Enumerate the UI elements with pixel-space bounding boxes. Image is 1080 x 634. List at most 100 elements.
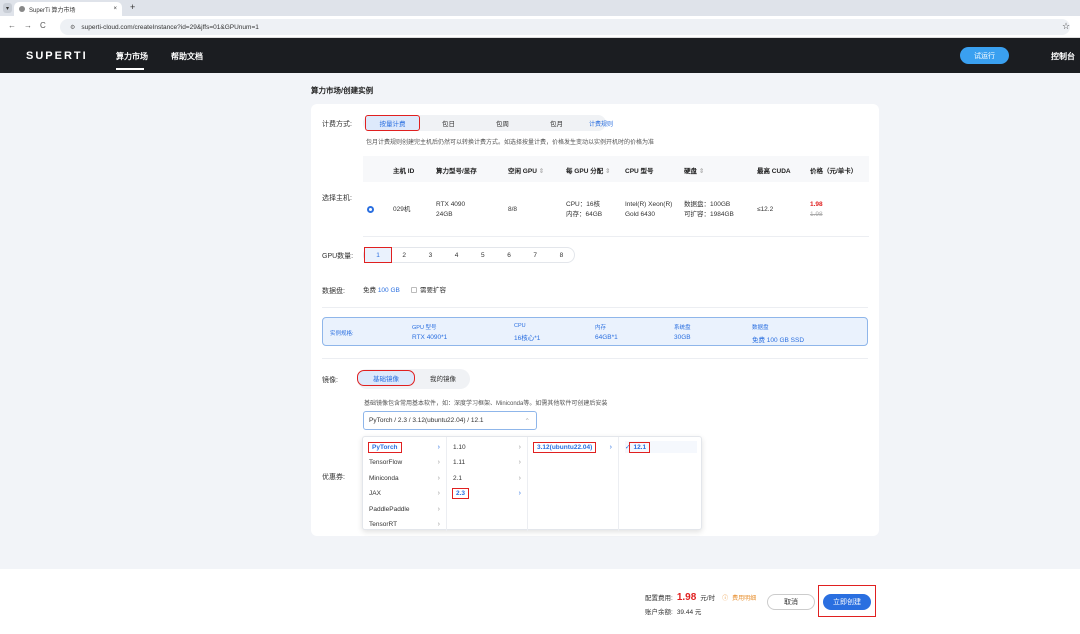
chevron-right-icon: ›: [437, 521, 440, 528]
gpu-count-option-3[interactable]: 3: [417, 248, 443, 262]
data-disk-free: 免费 100 GB: [363, 287, 400, 294]
framework-option[interactable]: TensorFlow ›: [369, 457, 440, 469]
image-hint: 基础镜像包含常用基本软件，如：深度学习框架、Miniconda等。如需其他软件可…: [364, 401, 608, 407]
billing-option-monthly[interactable]: 包月: [530, 116, 583, 130]
gpu-count-option-6[interactable]: 6: [496, 248, 522, 262]
console-link[interactable]: 控制台: [1051, 51, 1075, 62]
framework-option-label: PyTorch: [368, 441, 402, 453]
bookmark-star-icon[interactable]: ☆: [1062, 21, 1070, 32]
billing-hint: 包月计费规则创建完主机后仍然可以转换计费方式。如选择按量计费，价格发生变动以实例…: [366, 140, 655, 146]
framework-option[interactable]: TensorRT ›: [369, 519, 440, 531]
gpu-count-option-4[interactable]: 4: [444, 248, 470, 262]
image-select[interactable]: PyTorch / 2.3 / 3.12(ubuntu22.04) / 12.1…: [363, 411, 537, 430]
spec-system-disk: 系统盘 30GB: [674, 325, 691, 341]
chevron-up-icon: ⌃: [524, 417, 530, 425]
chevron-right-icon: ›: [437, 490, 440, 497]
chevron-right-icon: ›: [518, 474, 521, 482]
col-host-id: 主机 ID: [393, 168, 415, 175]
billing-option-weekly[interactable]: 包周: [476, 116, 529, 130]
version-option-label: 1.10: [453, 443, 466, 451]
app-header: [0, 38, 1080, 73]
gpu-count-option-8[interactable]: 8: [548, 248, 574, 262]
logo[interactable]: SUPERTI: [26, 50, 88, 62]
back-icon[interactable]: ←: [8, 21, 16, 30]
gpu-count-option-5[interactable]: 5: [470, 248, 496, 262]
forward-icon[interactable]: →: [24, 21, 32, 30]
version-option[interactable]: 1.11 ›: [453, 457, 521, 469]
gpu-count-label: GPU数量:: [322, 253, 354, 260]
cuda-option-label: 12.1: [629, 441, 651, 453]
spec-summary-label: 实例规格:: [330, 331, 354, 337]
sort-icon[interactable]: ⇕: [699, 168, 704, 175]
spec-gpu: GPU 型号 RTX 4090*1: [412, 325, 448, 341]
balance-label: 账户余额:: [645, 609, 673, 616]
cancel-button[interactable]: 取消: [767, 594, 815, 610]
python-option[interactable]: 3.12(ubuntu22.04) ›: [532, 441, 612, 453]
framework-option[interactable]: JAX ›: [369, 488, 440, 500]
cuda-option[interactable]: ✓ 12.1: [625, 441, 697, 453]
framework-option[interactable]: PyTorch ›: [368, 441, 440, 453]
version-option[interactable]: 1.10 ›: [453, 441, 521, 453]
address-bar[interactable]: ⚙ superti-cloud.com/createInstance?id=29…: [60, 19, 1070, 35]
try-run-button[interactable]: 试运行: [960, 47, 1009, 64]
framework-option-label: TensorFlow: [369, 459, 403, 466]
tab-close-icon[interactable]: ×: [113, 6, 117, 12]
cascader-col-python: 3.12(ubuntu22.04) ›: [528, 437, 619, 531]
host-radio-selected[interactable]: [367, 206, 374, 213]
framework-option[interactable]: Miniconda ›: [369, 472, 440, 484]
divider: [322, 307, 868, 308]
sort-icon[interactable]: ⇕: [605, 168, 610, 175]
url-text: superti-cloud.com/createInstance?id=29&j…: [81, 23, 259, 31]
billing-rules-link[interactable]: 计费规则: [589, 119, 613, 128]
image-cascader: PyTorch › TensorFlow › Miniconda › JAX › PaddleP…: [362, 436, 702, 531]
billing-option-daily[interactable]: 包日: [422, 116, 475, 130]
host-price: 1.98 1.98: [810, 201, 823, 218]
gpu-count-option-1[interactable]: 1: [364, 247, 392, 263]
version-option-label: 1.11: [453, 459, 466, 466]
gpu-count-option-7[interactable]: 7: [522, 248, 548, 262]
browser-tab[interactable]: SuperTi 算力市场 ×: [14, 2, 122, 16]
col-per-gpu[interactable]: 每 GPU 分配 ⇕: [566, 165, 610, 175]
gpu-count-option-2[interactable]: 2: [391, 248, 417, 262]
sort-icon[interactable]: ⇕: [539, 168, 544, 175]
create-now-button[interactable]: 立即创建: [823, 594, 871, 610]
footer-bar: [0, 569, 1080, 634]
browser-tab-bar: [0, 0, 1080, 16]
data-disk-label: 数据盘:: [322, 288, 345, 295]
image-tab-mine[interactable]: 我的镜像: [416, 371, 470, 385]
nav-help-docs[interactable]: 帮助文档: [171, 51, 203, 62]
version-option[interactable]: 2.1 ›: [453, 472, 521, 484]
col-disk[interactable]: 硬盘 ⇕: [684, 165, 704, 175]
breadcrumb: 算力市场/创建实例: [311, 86, 374, 95]
col-free-gpu[interactable]: 空闲 GPU ⇕: [508, 165, 544, 175]
host-cuda: ≤12.2: [757, 206, 774, 213]
host-alloc: CPU：16核 内存：64GB: [566, 201, 603, 218]
info-icon: ⓘ: [722, 596, 729, 602]
chevron-right-icon: ›: [518, 459, 521, 466]
expand-label[interactable]: 需要扩容: [420, 286, 446, 296]
host-disk: 数据盘：100GB 可扩容：1984GB: [684, 201, 734, 218]
host-cpu-model: Intel(R) Xeon(R) Gold 6430: [625, 201, 673, 218]
billing-option-payg[interactable]: 按量计费: [365, 115, 420, 131]
cost-unit: 元/时: [700, 595, 716, 602]
cost-detail-link[interactable]: 费用明细: [732, 593, 756, 602]
nav-compute-market[interactable]: 算力市场: [116, 51, 148, 62]
tab-list-icon[interactable]: ▾: [3, 3, 12, 13]
framework-option[interactable]: PaddlePaddle ›: [369, 503, 440, 515]
coupon-label: 优惠券:: [322, 474, 345, 481]
expand-checkbox[interactable]: [411, 287, 417, 293]
site-info-icon[interactable]: ⚙: [70, 24, 75, 31]
cost-line: 配置费用: 1.98 元/时 ⓘ 费用明细: [645, 592, 756, 603]
cascader-col-version: 1.10 › 1.11 › 2.1 › 2.3 ›: [447, 437, 528, 531]
host-label: 选择主机:: [322, 195, 352, 202]
chevron-right-icon: ›: [518, 443, 521, 451]
version-option[interactable]: 2.3 ›: [451, 488, 521, 500]
chevron-right-icon: ›: [437, 459, 440, 466]
reload-icon[interactable]: C: [40, 21, 46, 30]
cost-label: 配置费用:: [645, 595, 673, 602]
image-tab-basic[interactable]: 基础镜像: [357, 370, 415, 386]
cost-value: 1.98: [676, 592, 697, 603]
python-option-label: 3.12(ubuntu22.04): [532, 441, 597, 453]
new-tab-button[interactable]: +: [130, 2, 135, 12]
chevron-right-icon: ›: [437, 505, 440, 513]
